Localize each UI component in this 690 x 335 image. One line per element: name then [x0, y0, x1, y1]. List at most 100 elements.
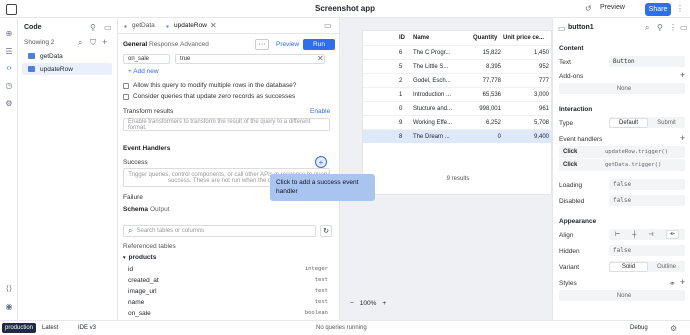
release-latest[interactable]: Latest: [42, 325, 58, 331]
table-row[interactable]: 5 The Little S... 8,395 952: [363, 59, 553, 73]
table-header-unit-price[interactable]: Unit price ce...: [503, 31, 544, 45]
code-icon[interactable]: ‹›: [4, 62, 14, 72]
debug-button[interactable]: Debug: [630, 325, 648, 331]
close-tab-icon[interactable]: ✕: [210, 21, 217, 30]
align-center-icon[interactable]: ┼: [632, 232, 636, 238]
type-toggle[interactable]: Default Submit: [609, 117, 685, 128]
table-header-quantity[interactable]: Quantity: [473, 31, 497, 45]
settings-icon[interactable]: ⚙: [670, 324, 677, 333]
content-section-title[interactable]: Content: [559, 45, 584, 52]
table-row[interactable]: 8 The Dream ... 0 9,400: [363, 129, 553, 143]
value-input[interactable]: true: [175, 54, 325, 64]
interaction-section-title[interactable]: Interaction: [559, 106, 592, 113]
allow-multiple-checkbox[interactable]: Allow this query to modify multiple rows…: [123, 82, 296, 89]
more-menu-icon[interactable]: ⋮: [676, 4, 684, 13]
environment-badge[interactable]: production: [2, 323, 36, 333]
align-stretch-icon[interactable]: ⟛: [665, 230, 679, 239]
tab-updaterow[interactable]: updateRow: [174, 22, 207, 29]
more-icon[interactable]: ⋮: [669, 23, 677, 32]
variant-toggle[interactable]: Solid Outline: [609, 261, 685, 272]
tab-schema[interactable]: Schema: [123, 206, 148, 213]
layers-icon[interactable]: ☰: [4, 46, 14, 56]
hidden-input[interactable]: false: [609, 245, 685, 256]
help-icon[interactable]: ⟨⟩: [4, 283, 14, 293]
settings-icon[interactable]: ⚙: [4, 98, 14, 108]
search-icon[interactable]: ⌕: [78, 38, 82, 48]
tab-getdata[interactable]: getData: [132, 22, 155, 29]
checkbox-icon[interactable]: [123, 82, 129, 89]
collapse-icon[interactable]: ▭: [680, 23, 688, 32]
collapse-icon[interactable]: ▭: [104, 23, 112, 32]
share-button[interactable]: Share: [645, 3, 671, 16]
table-header-id[interactable]: ID: [399, 31, 405, 45]
add-component-icon[interactable]: ⊕: [4, 28, 14, 38]
text-input[interactable]: Button: [609, 56, 685, 67]
pin-icon[interactable]: ⚲: [90, 23, 96, 32]
search-icon[interactable]: ⌕: [645, 23, 649, 33]
remove-row-icon[interactable]: ✕: [317, 54, 324, 63]
data-table[interactable]: ID Name Quantity Unit price ce... 6 The C…: [362, 30, 553, 195]
table-row[interactable]: 0 Stucture and... 998,001 961: [363, 101, 553, 115]
add-event-handler-icon[interactable]: +: [680, 133, 685, 143]
table-row[interactable]: 9 Working Effe... 6,252 5,708: [363, 115, 553, 129]
loading-input[interactable]: false: [609, 179, 685, 190]
type-default-option[interactable]: Default: [609, 117, 648, 128]
event-handlers-label: Event handlers: [559, 136, 603, 143]
event-handler-row[interactable]: Click updateRow.trigger(): [559, 146, 685, 158]
add-success-handler-button[interactable]: +: [315, 156, 327, 168]
table-row[interactable]: 1 Introduction ... 65,536 3,000: [363, 87, 553, 101]
type-submit-option[interactable]: Submit: [648, 120, 685, 126]
subtab-general[interactable]: General: [123, 41, 147, 48]
align-right-icon[interactable]: ⊣: [648, 231, 653, 238]
subtab-advanced[interactable]: Advanced: [180, 41, 209, 48]
table-row[interactable]: 6 The C Progr... 15,822 1,450: [363, 45, 553, 59]
variant-outline-option[interactable]: Outline: [648, 264, 685, 270]
add-new-link[interactable]: + Add new: [128, 68, 159, 75]
disabled-input[interactable]: false: [609, 195, 685, 206]
schema-column-row[interactable]: id integer: [128, 265, 328, 275]
appearance-section-title[interactable]: Appearance: [559, 218, 596, 225]
event-handler-row[interactable]: Click getData.trigger(): [559, 159, 685, 171]
checkbox-icon[interactable]: [123, 93, 129, 100]
add-query-icon[interactable]: +: [102, 37, 107, 47]
refresh-schema-button[interactable]: ↻: [320, 225, 332, 237]
align-toggle[interactable]: ⊢ ┼ ⊣ ⟛: [609, 229, 685, 240]
history-icon[interactable]: ◷: [4, 80, 14, 90]
more-options-button[interactable]: ···: [255, 39, 269, 50]
table-row[interactable]: 2 Godel, Esch... 77,778 777: [363, 73, 553, 87]
zoom-out-icon[interactable]: −: [350, 300, 354, 307]
align-left-icon[interactable]: ⊢: [615, 231, 620, 238]
undo-icon[interactable]: ↺: [585, 4, 592, 13]
user-icon[interactable]: ◉: [4, 301, 14, 311]
zoom-control[interactable]: − 100% +: [350, 300, 386, 307]
pin-icon[interactable]: ⚲: [657, 23, 663, 32]
table-products[interactable]: ▾ products: [123, 254, 156, 261]
consider-zero-checkbox[interactable]: Consider queries that update zero record…: [123, 93, 295, 100]
schema-column-row[interactable]: created_at text: [128, 276, 328, 286]
component-name[interactable]: button1: [568, 24, 594, 31]
column-select[interactable]: on_sale: [123, 54, 170, 64]
schema-search-input[interactable]: ⌕ Search tables or columns: [123, 225, 316, 237]
table-header-name[interactable]: Name: [413, 31, 429, 45]
variant-solid-option[interactable]: Solid: [609, 261, 648, 272]
enable-transform-link[interactable]: Enable: [310, 108, 330, 115]
run-button[interactable]: Run: [303, 39, 335, 50]
preview-link[interactable]: Preview: [600, 4, 625, 11]
query-item-getdata[interactable]: getData: [22, 50, 112, 62]
zoom-in-icon[interactable]: +: [382, 300, 386, 307]
subtab-response[interactable]: Response: [149, 41, 178, 48]
add-addon-icon[interactable]: +: [680, 70, 685, 80]
preview-button[interactable]: Preview: [276, 41, 299, 48]
schema-column-row[interactable]: name text: [128, 298, 328, 308]
tab-output[interactable]: Output: [150, 206, 170, 213]
add-style-icon[interactable]: +: [680, 277, 685, 287]
transform-input[interactable]: Enable transformers to transform the res…: [123, 118, 330, 131]
event-handlers-title: Event Handlers: [123, 145, 171, 152]
filter-icon[interactable]: ⛉: [90, 38, 96, 48]
query-item-updaterow[interactable]: updateRow: [22, 63, 112, 75]
schema-column-row[interactable]: image_url text: [128, 287, 328, 297]
table-cell: The Little S...: [413, 64, 449, 70]
link-icon[interactable]: ⚭: [669, 279, 676, 288]
schema-column-row[interactable]: on_sale boolean: [128, 309, 328, 319]
panel-toggle-icon[interactable]: ▭: [324, 21, 332, 30]
